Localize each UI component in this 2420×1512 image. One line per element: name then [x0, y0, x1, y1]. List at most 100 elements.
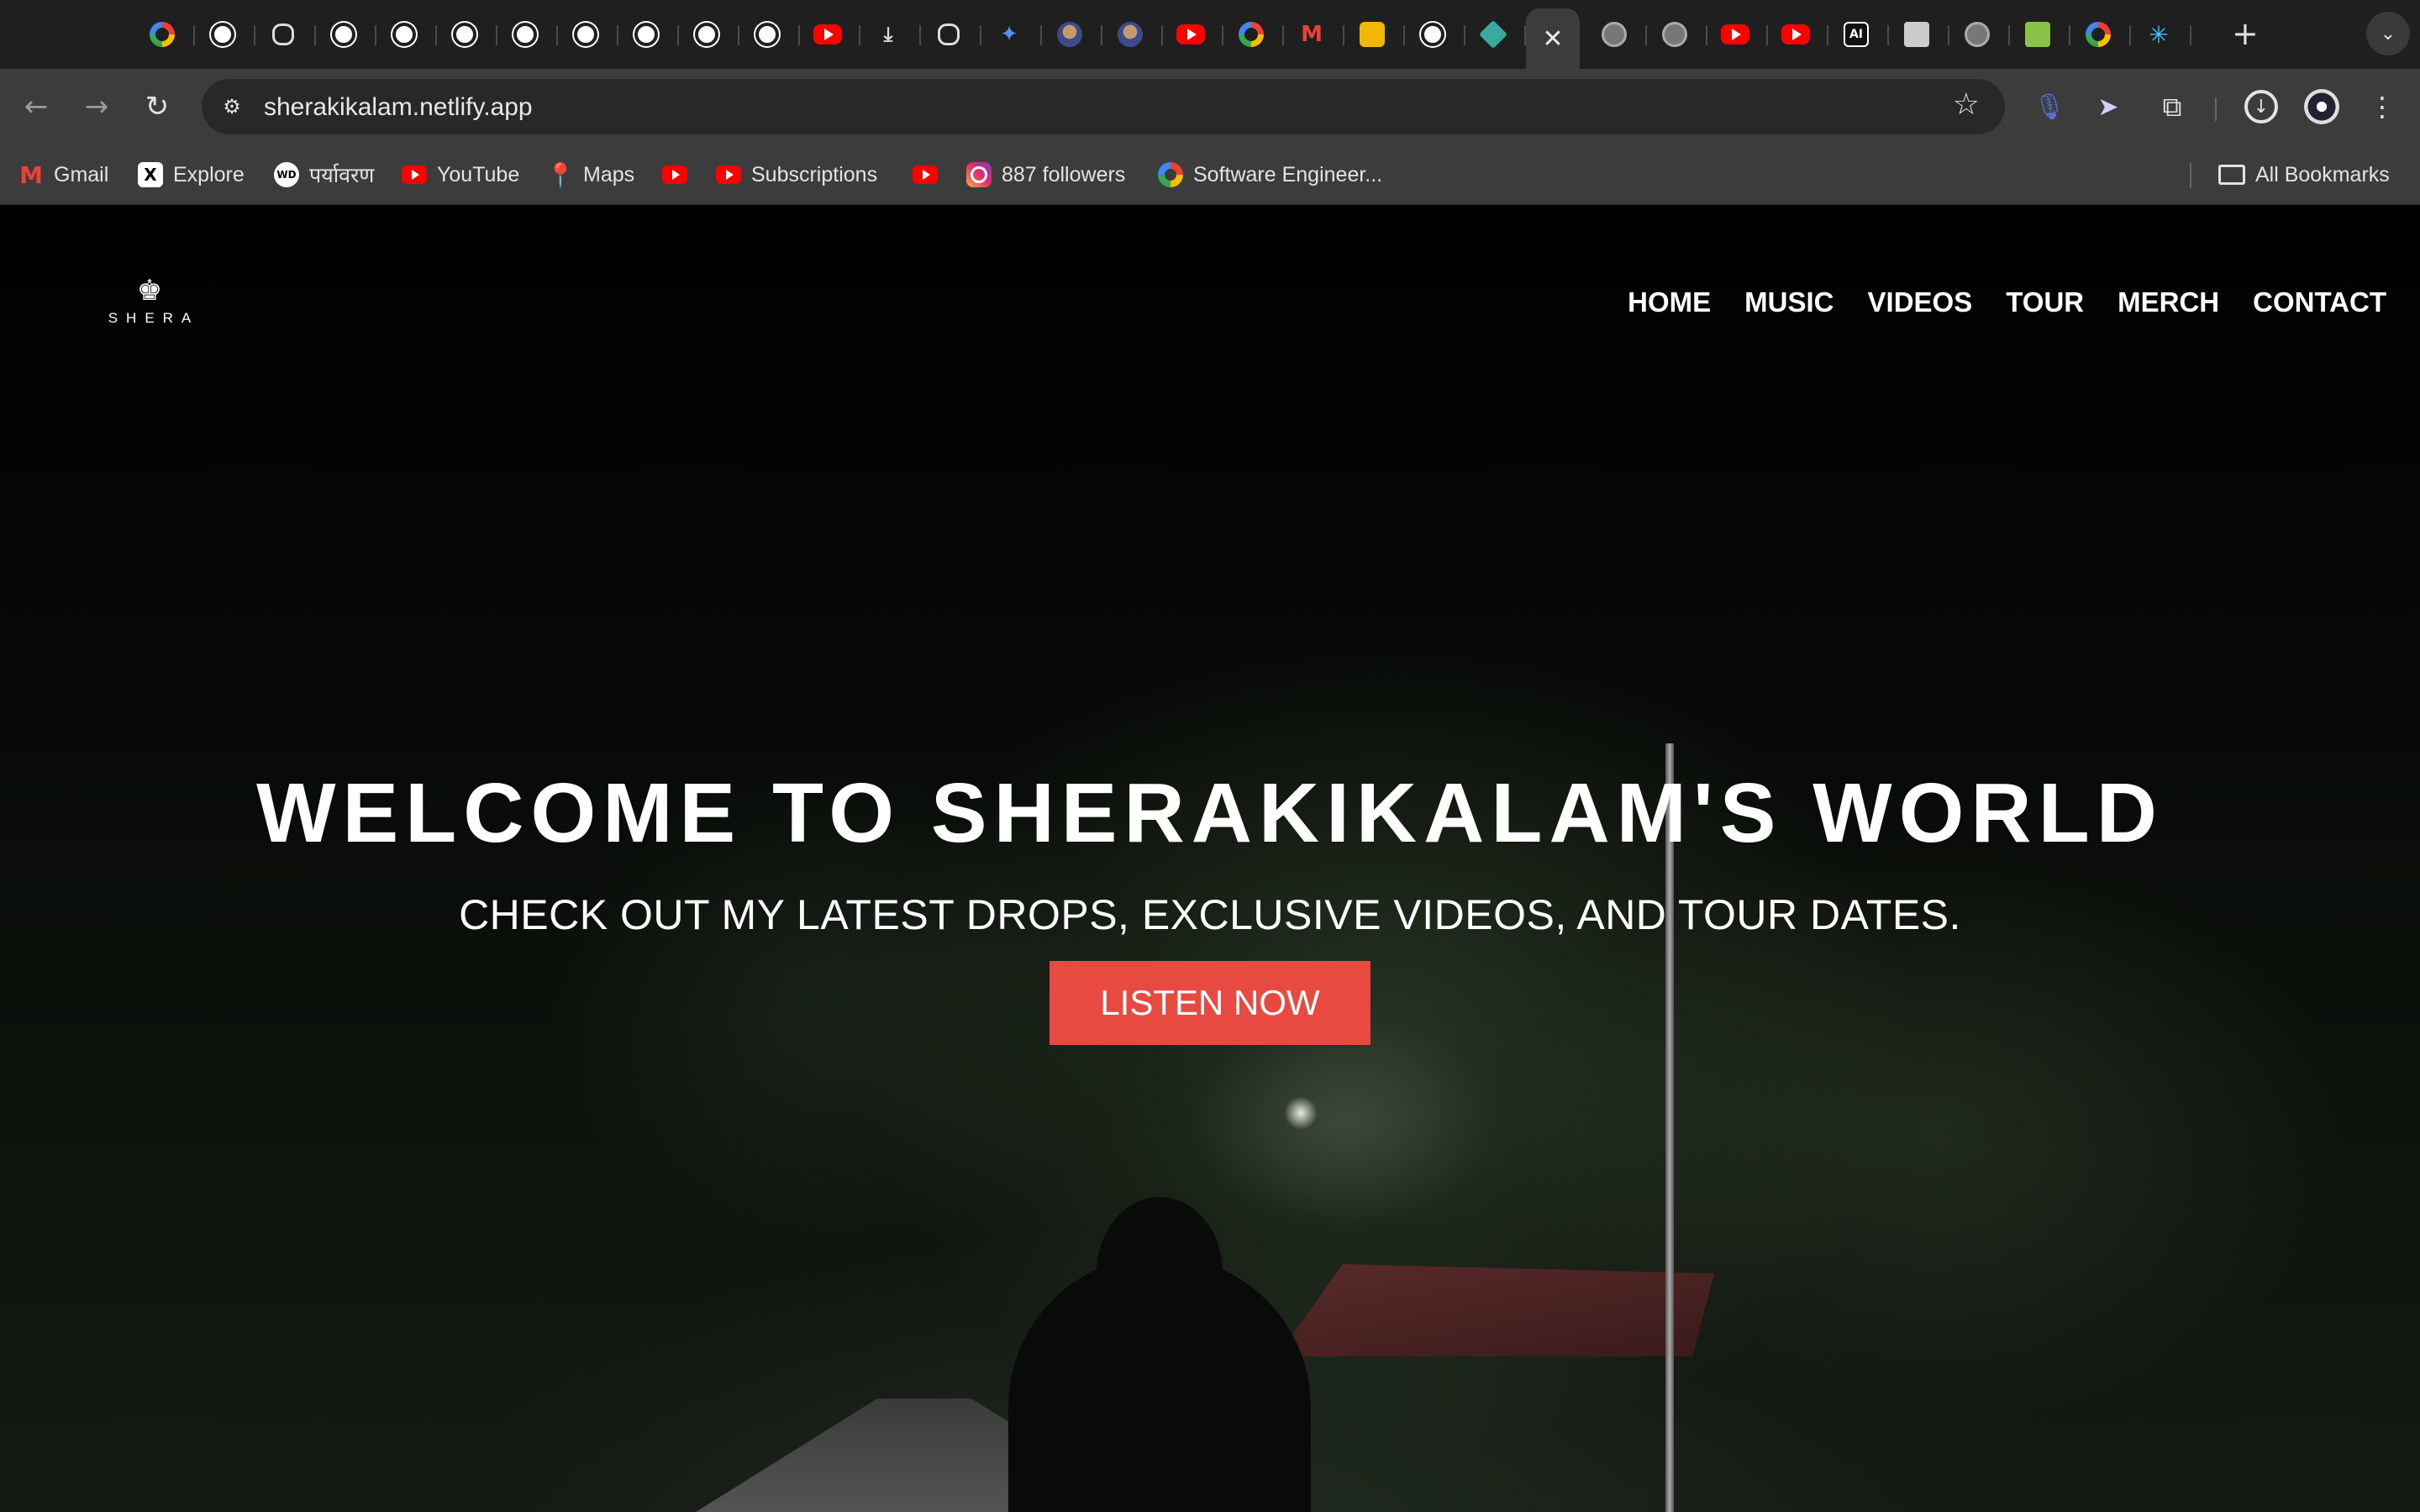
- github-icon: [695, 23, 718, 46]
- github-icon: [392, 23, 416, 46]
- nav-videos[interactable]: VIDEOS: [1868, 286, 1973, 318]
- tab[interactable]: AI: [1828, 10, 1889, 59]
- nav-contact[interactable]: CONTACT: [2253, 286, 2386, 318]
- tab[interactable]: [1102, 10, 1163, 59]
- microphone-icon[interactable]: 🎙: [2030, 87, 2069, 126]
- downloads-button[interactable]: ↓: [2242, 87, 2281, 126]
- tab[interactable]: [1586, 10, 1647, 59]
- tab[interactable]: [1223, 10, 1284, 59]
- bookmark-item[interactable]: WD पर्यावरण: [274, 158, 374, 192]
- github-icon: [513, 23, 537, 46]
- tab[interactable]: [376, 10, 437, 59]
- browser-menu-icon[interactable]: ⋮: [2363, 87, 2402, 126]
- nav-merch[interactable]: MERCH: [2118, 286, 2219, 318]
- avatar-icon: [1057, 22, 1082, 47]
- avatar-icon: [1118, 22, 1143, 47]
- gmail-icon: [1298, 24, 1325, 45]
- openai-icon: [272, 24, 294, 45]
- youtube-icon: [813, 24, 842, 45]
- tab[interactable]: [255, 10, 316, 59]
- tab[interactable]: [2010, 10, 2070, 59]
- github-icon: [1421, 23, 1444, 46]
- bookmark-item[interactable]: [913, 158, 938, 192]
- bookmark-item[interactable]: 📍 Maps: [545, 158, 635, 192]
- maps-icon: 📍: [545, 160, 576, 189]
- tab[interactable]: [739, 10, 800, 59]
- wd-icon: WD: [274, 162, 299, 187]
- tab-search-button[interactable]: ⌄: [2366, 12, 2410, 55]
- listen-now-button[interactable]: LISTEN NOW: [1050, 961, 1370, 1045]
- tab[interactable]: [497, 10, 558, 59]
- site-info-icon[interactable]: ⚙: [215, 90, 249, 123]
- youtube-icon: [1721, 24, 1749, 45]
- bookmark-label: 887 followers: [1002, 162, 1126, 186]
- address-bar[interactable]: ⚙ sherakikalam.netlify.app ☆: [202, 79, 2005, 134]
- bookmark-label: Maps: [583, 162, 635, 186]
- tab[interactable]: [1163, 10, 1223, 59]
- cursor-extension-icon[interactable]: ➤: [2089, 87, 2128, 126]
- background-shelter: [1277, 1264, 1714, 1357]
- bookmark-item[interactable]: X Explore: [138, 158, 245, 192]
- bookmark-item[interactable]: Subscriptions: [716, 158, 877, 192]
- nav-home[interactable]: HOME: [1628, 286, 1711, 318]
- tab[interactable]: [316, 10, 376, 59]
- globe-icon: [1965, 22, 1990, 47]
- tab-strip: ⤓ ✦ ✕ AI ✳ + ⌄: [0, 0, 2420, 69]
- bookmark-label: Gmail: [54, 162, 109, 186]
- ai-icon: AI: [1844, 22, 1869, 47]
- tab[interactable]: ✦: [981, 10, 1042, 59]
- forward-button[interactable]: →: [77, 87, 116, 126]
- google-icon: [150, 22, 175, 47]
- bookmarks-bar: M Gmail X Explore WD पर्यावरण YouTube 📍 Maps Subs…: [0, 144, 2420, 205]
- reload-button[interactable]: ↻: [138, 87, 176, 126]
- profile-avatar[interactable]: [2302, 87, 2341, 126]
- tab[interactable]: [921, 10, 981, 59]
- nav-music[interactable]: MUSIC: [1744, 286, 1833, 318]
- gmail-icon: M: [19, 160, 43, 189]
- gemini-icon: ✦: [1000, 22, 1018, 47]
- tab[interactable]: [558, 10, 618, 59]
- tab[interactable]: ✳: [2131, 10, 2191, 59]
- bookmark-item[interactable]: 887 followers: [966, 158, 1125, 192]
- bookmark-item[interactable]: M Gmail: [18, 158, 108, 192]
- new-tab-button[interactable]: +: [2232, 15, 2259, 52]
- site-logo[interactable]: ♚ SHERA: [99, 275, 200, 342]
- tab[interactable]: ⤓: [860, 10, 921, 59]
- tab[interactable]: [1949, 10, 2010, 59]
- tab[interactable]: [2070, 10, 2131, 59]
- close-icon[interactable]: ✕: [1542, 24, 1563, 54]
- tab[interactable]: [800, 10, 860, 59]
- web-page: ♚ SHERA HOME MUSIC VIDEOS TOUR MERCH CON…: [0, 206, 2420, 1512]
- tab[interactable]: [1707, 10, 1768, 59]
- tab[interactable]: [679, 10, 739, 59]
- bookmark-item[interactable]: YouTube: [402, 158, 519, 192]
- diamond-icon: [1479, 20, 1507, 49]
- tab[interactable]: [1344, 10, 1405, 59]
- bookmark-label: Software Engineer...: [1193, 162, 1383, 186]
- tab[interactable]: [1284, 10, 1344, 59]
- hero-title: WELCOME TO SHERAKIKALAM'S WORLD: [256, 766, 2164, 860]
- tab[interactable]: [195, 10, 255, 59]
- github-icon: [574, 23, 597, 46]
- tab[interactable]: [1465, 10, 1526, 59]
- tab[interactable]: [134, 10, 195, 59]
- tab[interactable]: [1768, 10, 1828, 59]
- bookmark-star-icon[interactable]: ☆: [1953, 87, 1980, 122]
- all-bookmarks-button[interactable]: All Bookmarks: [2218, 158, 2390, 192]
- url-text[interactable]: sherakikalam.netlify.app: [264, 93, 533, 122]
- tab[interactable]: [1647, 10, 1707, 59]
- extensions-icon[interactable]: ⧉: [2153, 87, 2191, 126]
- tab[interactable]: [1889, 10, 1949, 59]
- back-button[interactable]: ←: [17, 87, 55, 126]
- tab[interactable]: [618, 10, 679, 59]
- background-lamp-glow: [1284, 1096, 1318, 1130]
- tab-active[interactable]: ✕: [1526, 8, 1580, 69]
- tab[interactable]: [437, 10, 497, 59]
- tab[interactable]: [1042, 10, 1102, 59]
- nav-tour[interactable]: TOUR: [2006, 286, 2084, 318]
- github-icon: [453, 23, 476, 46]
- hero-subtitle: CHECK OUT MY LATEST DROPS, EXCLUSIVE VID…: [459, 891, 1961, 938]
- bookmark-item[interactable]: Software Engineer...: [1158, 158, 1382, 192]
- bookmark-item[interactable]: [662, 158, 687, 192]
- tab[interactable]: [1405, 10, 1465, 59]
